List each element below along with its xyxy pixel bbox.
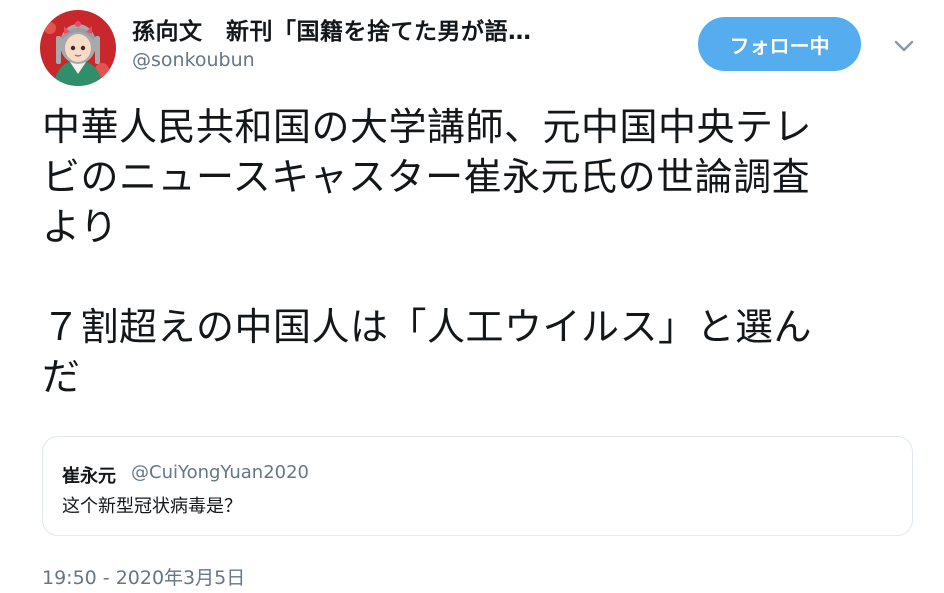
quoted-tweet-card[interactable]: 崔永元 @CuiYongYuan2020 这个新型冠状病毒是？ [42,436,913,536]
tweet-line: 中華人民共和国の大学講師、元中国中央テレ [42,105,813,149]
tweet-line: だ [42,355,81,399]
quoted-author-name: 崔永元 [62,466,116,487]
following-button[interactable]: フォロー中 [698,17,861,71]
avatar-illustration-icon [40,10,116,86]
tweet-line: より [42,205,119,249]
tweet-text: 中華人民共和国の大学講師、元中国中央テレ ビのニュースキャスター崔永元氏の世論調… [42,102,922,402]
tweet-line: ７割超えの中国人は「人工ウイルス」と選ん [42,305,813,349]
author-avatar[interactable] [40,10,116,86]
author-handle[interactable]: @sonkoubun [132,49,255,71]
chevron-down-icon[interactable] [890,32,918,60]
tweet-timestamp[interactable]: 19:50 - 2020年3月5日 [42,563,245,590]
quoted-tweet-text: 这个新型冠状病毒是？ [62,496,242,517]
author-display-name[interactable]: 孫向文 新刊「国籍を捨てた男が語… [132,12,532,46]
quoted-author-handle: @CuiYongYuan2020 [131,462,310,483]
tweet-line: ビのニュースキャスター崔永元氏の世論調査 [42,155,811,199]
